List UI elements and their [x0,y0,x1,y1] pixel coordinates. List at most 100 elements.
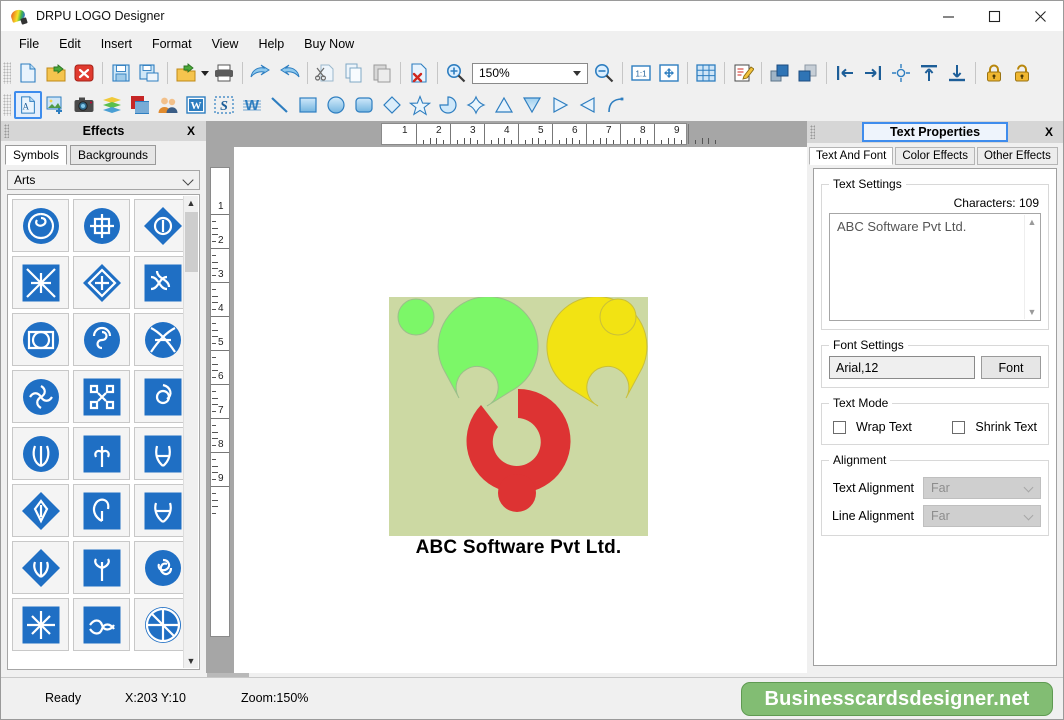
rounded-rectangle-icon[interactable] [350,91,378,119]
tab-symbols[interactable]: Symbols [5,145,68,165]
triangle-left-icon[interactable] [574,91,602,119]
symbol-tile[interactable] [12,313,69,366]
layers-icon[interactable] [98,91,126,119]
copy-icon[interactable] [340,59,368,87]
symbol-tile[interactable] [73,484,130,537]
symbol-tile[interactable] [73,541,130,594]
align-right-icon[interactable] [859,59,887,87]
menu-help[interactable]: Help [248,33,294,55]
tab-other-effects[interactable]: Other Effects [976,147,1058,165]
delete-icon[interactable] [405,59,433,87]
symbol-tile[interactable] [12,541,69,594]
scroll-down-icon[interactable]: ▼ [184,654,198,668]
tab-text-and-font[interactable]: Text And Font [809,147,894,165]
text-properties-close-icon[interactable]: X [1045,125,1053,139]
menu-view[interactable]: View [202,33,249,55]
undo-icon[interactable] [247,59,275,87]
symbol-tile[interactable] [73,598,130,651]
symbol-tile[interactable] [12,370,69,423]
font-value-field[interactable]: Arial,12 [829,356,975,379]
symbol-tile[interactable] [73,313,130,366]
symbol-tile[interactable] [12,484,69,537]
effects-panel-close-icon[interactable]: X [187,124,195,138]
close-document-icon[interactable] [70,59,98,87]
triangle-right-icon[interactable] [546,91,574,119]
logo-object[interactable]: ABC Software Pvt Ltd. [385,293,652,567]
zoom-in-icon[interactable] [442,59,470,87]
edit-note-icon[interactable] [729,59,757,87]
export-dropdown-arrow-icon[interactable] [200,70,210,76]
panel-grip-icon-right[interactable] [810,125,815,139]
add-image-icon[interactable] [42,91,70,119]
rectangle-icon[interactable] [294,91,322,119]
text-content-input[interactable]: ABC Software Pvt Ltd. ▲ ▼ [829,213,1041,321]
line-alignment-select[interactable]: Far [923,505,1041,527]
diamond-icon[interactable] [378,91,406,119]
star-icon[interactable] [406,91,434,119]
symbol-category-combo[interactable]: Arts [7,170,200,190]
font-button[interactable]: Font [981,356,1041,379]
save-icon[interactable] [107,59,135,87]
scroll-up-icon[interactable]: ▲ [1025,217,1039,227]
four-point-star-icon[interactable] [462,91,490,119]
scroll-down-icon[interactable]: ▼ [1025,307,1039,317]
send-backward-icon[interactable] [794,59,822,87]
camera-icon[interactable] [70,91,98,119]
unlock-icon[interactable] [1008,59,1036,87]
design-page[interactable]: ABC Software Pvt Ltd. [234,147,807,676]
symbol-tile[interactable] [12,427,69,480]
tab-color-effects[interactable]: Color Effects [895,147,975,165]
watermark-icon[interactable]: W [238,91,266,119]
maximize-icon[interactable] [971,1,1017,31]
menu-buy-now[interactable]: Buy Now [294,33,364,55]
redo-icon[interactable] [275,59,303,87]
toolbar-grip[interactable] [3,62,11,84]
menu-edit[interactable]: Edit [49,33,91,55]
symbol-tile[interactable] [12,256,69,309]
scroll-thumb[interactable] [185,212,198,272]
open-folder-icon[interactable] [42,59,70,87]
panel-grip-icon[interactable] [4,124,9,138]
text-area-scrollbar[interactable]: ▲ ▼ [1024,215,1039,319]
pie-icon[interactable] [434,91,462,119]
grid-icon[interactable] [692,59,720,87]
menu-insert[interactable]: Insert [91,33,142,55]
zoom-level-combo[interactable]: 150% [472,62,588,84]
text-alignment-select[interactable]: Far [923,477,1041,499]
scroll-up-icon[interactable]: ▲ [184,196,198,210]
align-top-icon[interactable] [915,59,943,87]
close-icon[interactable] [1017,1,1063,31]
menu-format[interactable]: Format [142,33,202,55]
symbol-tile[interactable] [12,199,69,252]
bring-forward-icon[interactable] [766,59,794,87]
add-text-icon[interactable]: A [14,91,42,119]
triangle-up-icon[interactable] [490,91,518,119]
menu-file[interactable]: File [9,33,49,55]
symbol-scrollbar[interactable]: ▲ ▼ [183,196,198,668]
triangle-down-icon[interactable] [518,91,546,119]
new-document-icon[interactable] [14,59,42,87]
zoom-out-icon[interactable] [590,59,618,87]
cut-icon[interactable] [312,59,340,87]
symbol-tile[interactable] [73,199,130,252]
signature-icon[interactable]: S [210,91,238,119]
barcode-icon[interactable] [126,91,154,119]
align-bottom-icon[interactable] [943,59,971,87]
chevron-down-icon[interactable] [573,70,581,76]
line-icon[interactable] [266,91,294,119]
print-icon[interactable] [210,59,238,87]
symbol-tile[interactable] [12,598,69,651]
brand-badge[interactable]: Businesscardsdesigner.net [741,682,1053,716]
toolbar-grip-2[interactable] [3,94,11,116]
shrink-text-checkbox[interactable] [952,420,966,434]
actual-size-icon[interactable]: 1:1 [627,59,655,87]
align-center-icon[interactable] [887,59,915,87]
paste-icon[interactable] [368,59,396,87]
arc-icon[interactable] [602,91,630,119]
wrap-text-checkbox[interactable] [833,420,846,434]
save-as-icon[interactable] [135,59,163,87]
tab-backgrounds[interactable]: Backgrounds [70,145,157,165]
ellipse-icon[interactable] [322,91,350,119]
symbol-tile[interactable] [73,370,130,423]
symbol-tile[interactable] [73,256,130,309]
